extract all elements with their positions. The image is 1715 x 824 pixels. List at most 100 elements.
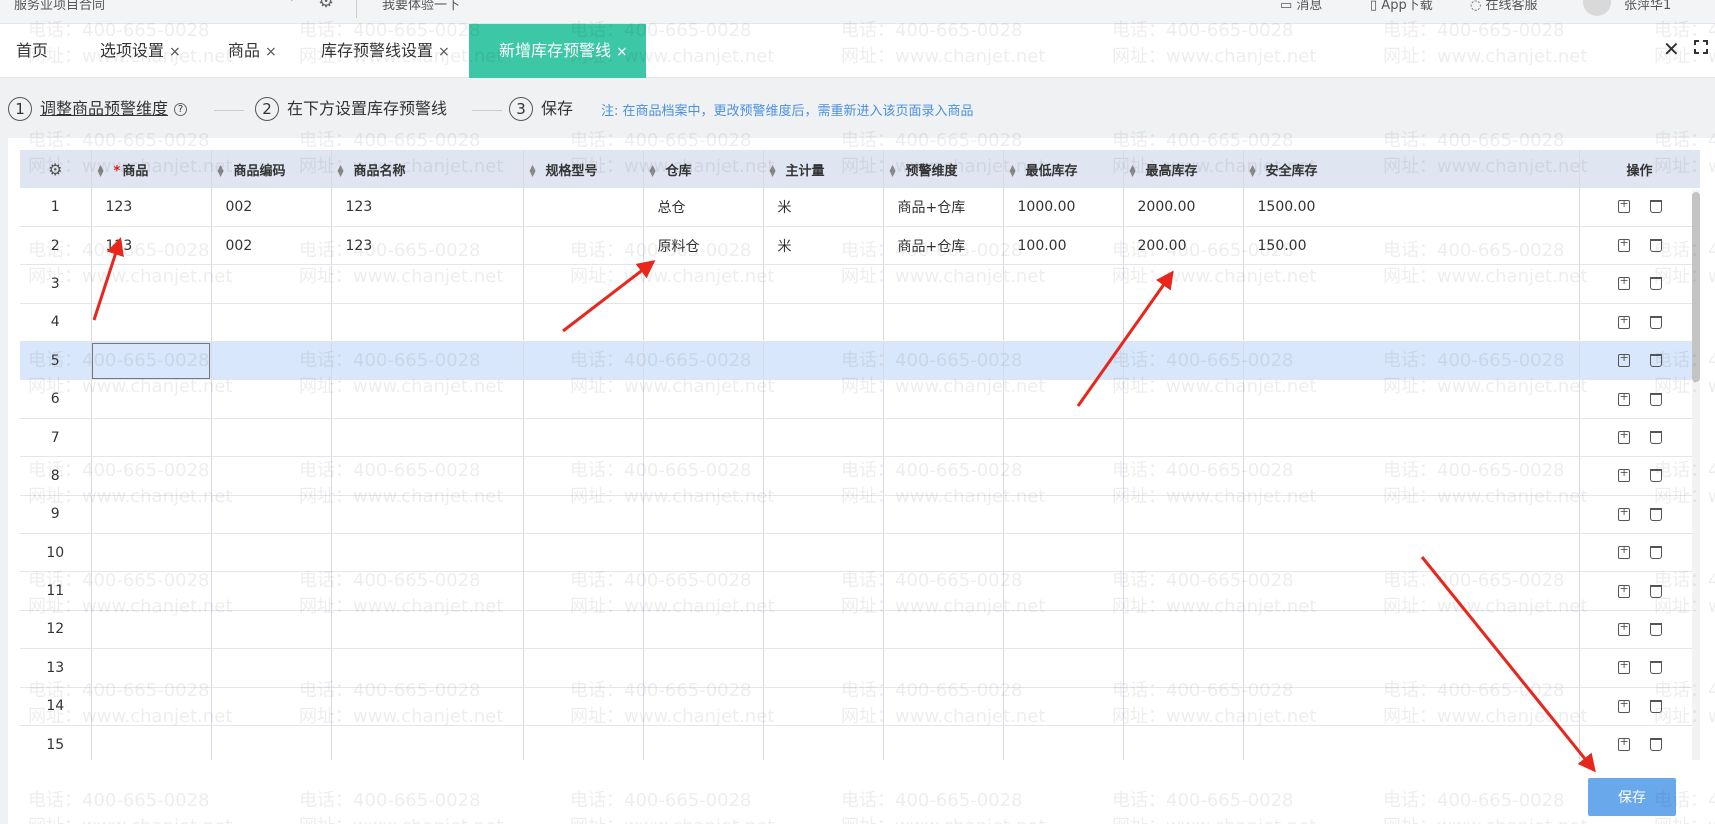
cell-spec[interactable] (523, 725, 644, 760)
delete-row-icon[interactable] (1649, 584, 1662, 598)
table-row[interactable]: 15 (20, 725, 1700, 760)
header-unit[interactable]: ▲ ▼ 主计量 (763, 150, 884, 188)
copy-row-icon[interactable] (1617, 735, 1630, 752)
copy-row-icon[interactable] (1617, 620, 1630, 636)
cell-max-stock[interactable] (1123, 341, 1244, 381)
cell-warehouse[interactable] (643, 610, 764, 650)
delete-row-icon[interactable] (1649, 661, 1662, 675)
cell-max-stock[interactable] (1123, 571, 1244, 611)
save-button[interactable]: 保存 (1588, 778, 1676, 816)
cell-safety-stock[interactable] (1243, 648, 1580, 688)
cell-product-code[interactable] (211, 418, 332, 458)
cell-product-name[interactable]: 123 (331, 188, 524, 227)
cell-spec[interactable] (523, 687, 644, 726)
cell-safety-stock[interactable] (1243, 610, 1580, 650)
cell-min-stock[interactable] (1003, 418, 1124, 458)
user-name[interactable]: 张萍华1 (1624, 0, 1671, 13)
cell-spec[interactable] (523, 495, 644, 535)
scrollbar-thumb[interactable] (1692, 192, 1700, 382)
cell-safety-stock[interactable] (1243, 341, 1580, 381)
company-dropdown-icon[interactable]: ▼ (288, 0, 296, 3)
cell-product-code[interactable]: 002 (211, 226, 332, 266)
cell-unit[interactable] (763, 648, 884, 688)
cell-alert-dimension[interactable] (883, 341, 1004, 381)
cell-unit[interactable] (763, 725, 884, 760)
cell-alert-dimension[interactable] (883, 648, 1004, 688)
cell-warehouse[interactable] (643, 687, 764, 726)
copy-row-icon[interactable] (1617, 505, 1630, 521)
table-row[interactable]: 14 (20, 687, 1700, 726)
cell-spec[interactable] (523, 533, 644, 573)
cell-product-code[interactable] (211, 341, 332, 381)
column-settings-icon[interactable]: ⚙ (20, 150, 92, 188)
cell-product[interactable] (91, 341, 212, 381)
help-icon[interactable]: ? (174, 103, 188, 116)
delete-row-icon[interactable] (1649, 699, 1662, 713)
copy-row-icon[interactable] (1617, 658, 1630, 675)
delete-row-icon[interactable] (1649, 354, 1662, 368)
cell-warehouse[interactable] (643, 303, 764, 343)
copy-row-icon[interactable] (1617, 274, 1630, 291)
cell-safety-stock[interactable] (1243, 571, 1580, 611)
cell-product-name[interactable] (331, 341, 524, 381)
cell-product-name[interactable]: 123 (331, 226, 524, 266)
cell-safety-stock[interactable] (1243, 687, 1580, 726)
header-product-code[interactable]: ▲ ▼ 商品编码 (211, 150, 332, 188)
cell-warehouse[interactable]: 总仓 (643, 188, 764, 227)
cell-safety-stock[interactable]: 150.00 (1243, 226, 1580, 266)
cell-product[interactable] (91, 495, 212, 535)
cell-max-stock[interactable] (1123, 687, 1244, 726)
cell-spec[interactable] (523, 648, 644, 688)
cell-warehouse[interactable] (643, 456, 764, 496)
cell-spec[interactable] (523, 456, 644, 496)
cell-spec[interactable] (523, 188, 644, 227)
cell-max-stock[interactable] (1123, 725, 1244, 760)
cell-product[interactable] (91, 610, 212, 650)
cell-product-code[interactable] (211, 303, 332, 343)
header-alert-dimension[interactable]: ▲ ▼ 预警维度 (883, 150, 1004, 188)
table-row[interactable]: 13 (20, 648, 1700, 688)
header-product-name[interactable]: ▲ ▼ 商品名称 (331, 150, 524, 188)
copy-row-icon[interactable] (1617, 313, 1630, 329)
delete-row-icon[interactable] (1649, 622, 1662, 636)
sort-icon[interactable]: ▲ ▼ (1130, 164, 1140, 178)
message-link[interactable]: ▭ 消息 (1280, 0, 1322, 13)
cell-product-code[interactable] (211, 495, 332, 535)
table-row[interactable]: 5 (20, 341, 1700, 381)
copy-row-icon[interactable] (1617, 351, 1630, 368)
cell-product-name[interactable] (331, 533, 524, 573)
app-download-link[interactable]: ▯ App下载 (1370, 0, 1433, 13)
header-safety-stock[interactable]: ▲ ▼ 安全库存 (1243, 150, 1580, 188)
cell-spec[interactable] (523, 264, 644, 304)
cell-product-name[interactable] (331, 495, 524, 535)
cell-safety-stock[interactable] (1243, 533, 1580, 573)
sort-icon[interactable]: ▲ ▼ (218, 164, 228, 178)
tab-new-stock-alert[interactable]: 新增库存预警线 × (469, 24, 646, 78)
cell-alert-dimension[interactable]: 商品+仓库 (883, 188, 1004, 227)
copy-row-icon[interactable] (1617, 697, 1630, 713)
cell-alert-dimension[interactable] (883, 456, 1004, 496)
cell-spec[interactable] (523, 303, 644, 343)
close-all-tabs-icon[interactable]: ✕ (1663, 37, 1680, 61)
copy-row-icon[interactable] (1617, 428, 1630, 445)
close-icon[interactable]: × (265, 44, 277, 60)
cell-spec[interactable] (523, 226, 644, 266)
cell-unit[interactable] (763, 533, 884, 573)
delete-row-icon[interactable] (1649, 469, 1662, 483)
header-spec[interactable]: ▲ ▼ 规格型号 (523, 150, 644, 188)
header-product[interactable]: ▲ ▼ * 商品 (91, 150, 212, 188)
cell-alert-dimension[interactable] (883, 610, 1004, 650)
cell-product[interactable] (91, 418, 212, 458)
cell-max-stock[interactable] (1123, 379, 1244, 419)
table-row[interactable]: 10 (20, 533, 1700, 573)
copy-row-icon[interactable] (1617, 466, 1630, 483)
cell-safety-stock[interactable] (1243, 379, 1580, 419)
cell-product[interactable] (91, 379, 212, 419)
delete-row-icon[interactable] (1649, 315, 1662, 329)
cell-product-name[interactable] (331, 303, 524, 343)
cell-min-stock[interactable] (1003, 571, 1124, 611)
cell-product-code[interactable] (211, 456, 332, 496)
copy-row-icon[interactable] (1617, 236, 1630, 253)
copy-row-icon[interactable] (1617, 582, 1630, 598)
cell-max-stock[interactable] (1123, 264, 1244, 304)
